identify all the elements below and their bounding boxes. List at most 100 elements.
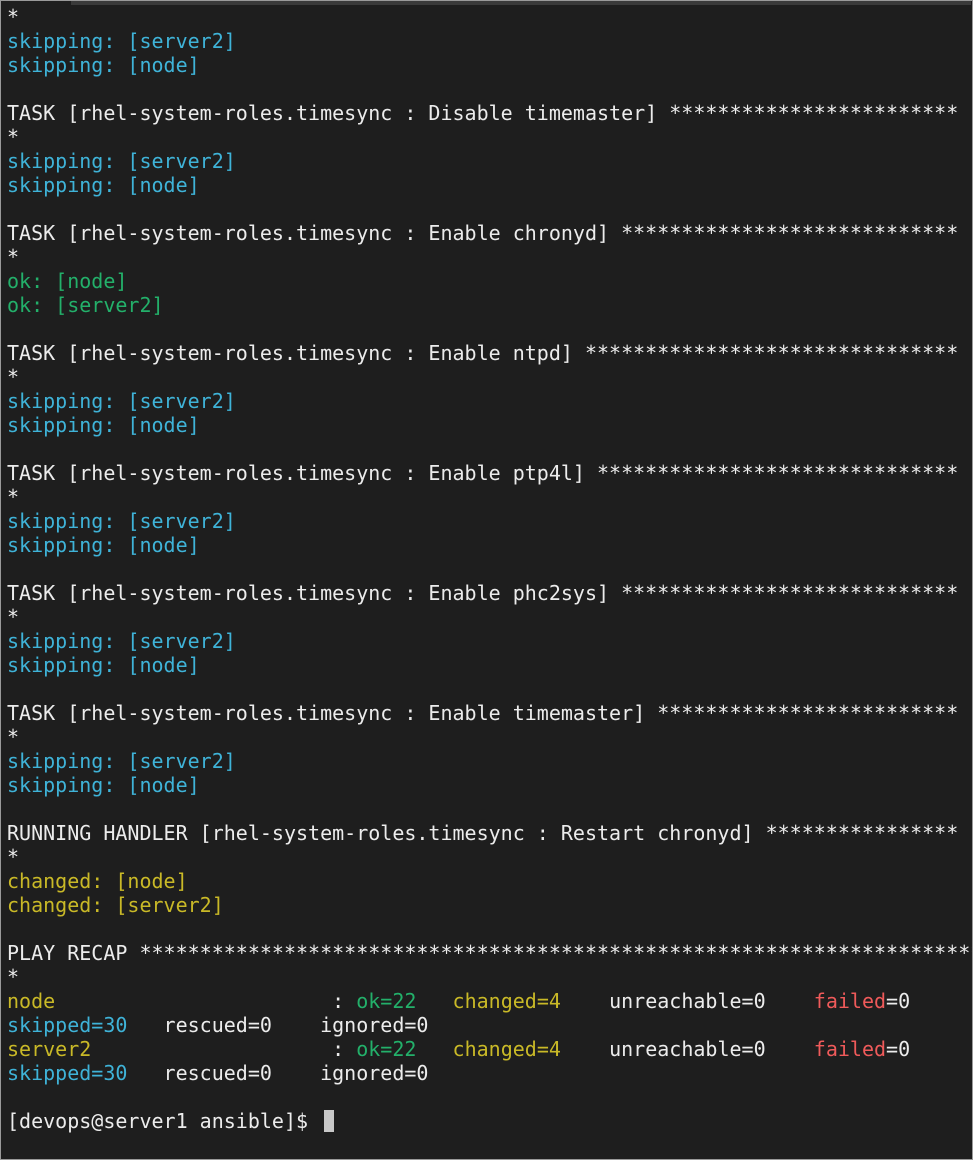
terminal-text: skipping: [node] <box>7 53 200 77</box>
terminal-text: changed: [server2] <box>7 893 224 917</box>
terminal-line: skipping: [node] <box>7 773 972 797</box>
terminal-text: skipping: [server2] <box>7 509 236 533</box>
terminal-line: * <box>7 485 972 509</box>
terminal-line: * <box>7 5 972 29</box>
terminal-line: TASK [rhel-system-roles.timesync : Enabl… <box>7 581 972 605</box>
text-cursor[interactable] <box>324 1110 335 1132</box>
terminal-line: skipping: [server2] <box>7 509 972 533</box>
terminal-line: skipping: [node] <box>7 413 972 437</box>
terminal-line: * <box>7 365 972 389</box>
terminal-text: failed <box>813 1037 887 1061</box>
terminal-text: skipping: [server2] <box>7 749 236 773</box>
terminal-line: skipping: [node] <box>7 653 972 677</box>
terminal-text: TASK [rhel-system-roles.timesync : Enabl… <box>7 461 959 485</box>
terminal-text: ok: [server2] <box>7 293 164 317</box>
terminal-text: =0 <box>886 1037 911 1061</box>
terminal-text: TASK [rhel-system-roles.timesync : Enabl… <box>7 341 959 365</box>
terminal-text: * <box>7 725 20 749</box>
terminal-text: * <box>7 5 20 29</box>
terminal-text: rescued=0 ignored=0 <box>127 1013 429 1037</box>
terminal-line: node : ok=22 changed=4 unreachable=0 fai… <box>7 989 972 1013</box>
terminal-text: server2 <box>7 1037 92 1061</box>
terminal-line: PLAY RECAP *****************************… <box>7 941 973 965</box>
terminal-line: changed: [server2] <box>7 893 972 917</box>
terminal-text: : <box>55 989 357 1013</box>
terminal-text: unreachable=0 <box>560 1037 814 1061</box>
terminal-line: * <box>7 125 972 149</box>
terminal-line: * <box>7 845 972 869</box>
terminal-text: skipped=30 <box>7 1013 128 1037</box>
terminal-text: skipping: [node] <box>7 533 200 557</box>
terminal-text: : <box>91 1037 357 1061</box>
terminal-line: ok: [node] <box>7 269 972 293</box>
terminal-line: skipping: [server2] <box>7 29 972 53</box>
terminal-text: skipped=30 <box>7 1061 128 1085</box>
terminal-text: * <box>7 365 20 389</box>
terminal-line: * <box>7 965 972 989</box>
terminal-text: TASK [rhel-system-roles.timesync : Enabl… <box>7 581 959 605</box>
terminal-line: skipped=30 rescued=0 ignored=0 <box>7 1061 972 1085</box>
terminal-line: changed: [node] <box>7 869 972 893</box>
terminal-text: failed <box>813 989 887 1013</box>
terminal-line: server2 : ok=22 changed=4 unreachable=0 … <box>7 1037 972 1061</box>
terminal-line: skipping: [server2] <box>7 149 972 173</box>
terminal-line: TASK [rhel-system-roles.timesync : Enabl… <box>7 701 972 725</box>
terminal-text: skipping: [node] <box>7 173 200 197</box>
terminal-text: PLAY RECAP *****************************… <box>7 941 973 965</box>
terminal-line: skipping: [server2] <box>7 389 972 413</box>
terminal-text: skipping: [server2] <box>7 149 236 173</box>
terminal-text: unreachable=0 <box>560 989 814 1013</box>
terminal-text: skipping: [server2] <box>7 389 236 413</box>
terminal-line: * <box>7 605 972 629</box>
terminal-text: skipping: [server2] <box>7 29 236 53</box>
terminal-text: changed=4 <box>452 989 561 1013</box>
shell-prompt: [devops@server1 ansible]$ <box>7 1109 321 1133</box>
terminal-line: skipping: [server2] <box>7 629 972 653</box>
terminal-line: skipping: [node] <box>7 53 972 77</box>
terminal-text: * <box>7 965 20 989</box>
terminal-text: * <box>7 245 20 269</box>
prompt-line[interactable]: [devops@server1 ansible]$ <box>7 1109 972 1133</box>
terminal-text: * <box>7 125 20 149</box>
terminal-text: TASK [rhel-system-roles.timesync : Disab… <box>7 101 959 125</box>
terminal-text: * <box>7 485 20 509</box>
terminal-line: TASK [rhel-system-roles.timesync : Enabl… <box>7 461 972 485</box>
terminal-line: skipping: [node] <box>7 173 972 197</box>
terminal-text: TASK [rhel-system-roles.timesync : Enabl… <box>7 701 959 725</box>
terminal-window[interactable]: * skipping: [server2] skipping: [node] TASK… <box>0 0 973 1160</box>
terminal-text: skipping: [node] <box>7 653 200 677</box>
terminal-line: * <box>7 725 972 749</box>
terminal-text: skipping: [node] <box>7 773 200 797</box>
terminal-output: * skipping: [server2] skipping: [node] TASK… <box>7 5 973 1133</box>
terminal-text: TASK [rhel-system-roles.timesync : Enabl… <box>7 221 959 245</box>
terminal-line: TASK [rhel-system-roles.timesync : Enabl… <box>7 341 972 365</box>
terminal-line: TASK [rhel-system-roles.timesync : Disab… <box>7 101 972 125</box>
terminal-text: changed=4 <box>452 1037 561 1061</box>
terminal-text: =0 <box>886 989 911 1013</box>
terminal-line: skipping: [server2] <box>7 749 972 773</box>
terminal-text: ok=22 <box>356 989 417 1013</box>
terminal-text: * <box>7 605 20 629</box>
terminal-text: skipping: [server2] <box>7 629 236 653</box>
terminal-line: skipped=30 rescued=0 ignored=0 <box>7 1013 972 1037</box>
terminal-text: * <box>7 845 20 869</box>
terminal-text: RUNNING HANDLER [rhel-system-roles.times… <box>7 821 959 845</box>
terminal-line: TASK [rhel-system-roles.timesync : Enabl… <box>7 221 972 245</box>
terminal-line: skipping: [node] <box>7 533 972 557</box>
terminal-text: skipping: [node] <box>7 413 200 437</box>
terminal-line: * <box>7 245 972 269</box>
terminal-text: ok: [node] <box>7 269 128 293</box>
terminal-text: changed: [node] <box>7 869 188 893</box>
terminal-text: ok=22 <box>356 1037 417 1061</box>
